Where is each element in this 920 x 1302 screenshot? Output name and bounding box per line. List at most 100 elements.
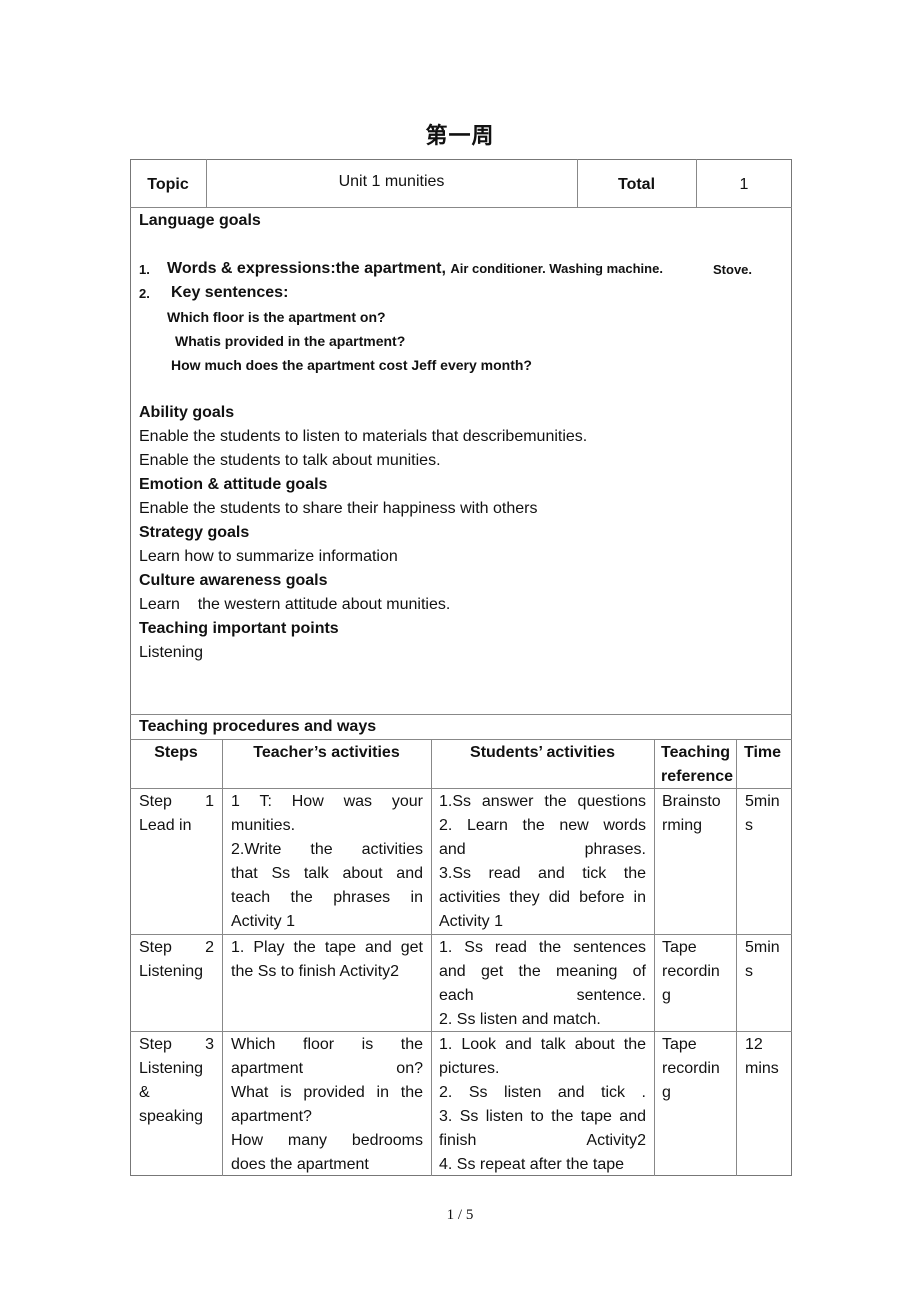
column-header-students: Students’ activities xyxy=(470,744,615,761)
students-activities-cell: 1. Look and talk about the pictures. 2. Ss… xyxy=(439,1033,646,1177)
step-cell: Step 1 Lead in xyxy=(139,790,214,838)
cell-line: 2.Write the activities xyxy=(231,841,423,858)
page-number: 1 / 5 xyxy=(446,1207,474,1223)
important-points-heading: Teaching important points xyxy=(139,620,339,637)
reference-cell: Tape recordin g xyxy=(662,1033,732,1105)
cell-line: does the apartment xyxy=(231,1156,369,1173)
key-sentence: Which floor is the apartment on? xyxy=(167,309,386,325)
cell-line: and get the meaning of xyxy=(439,963,646,980)
total-label: Total xyxy=(617,176,656,193)
cell-line: s xyxy=(745,963,753,980)
step-cell: Step 3 Listening & speaking xyxy=(139,1033,214,1129)
cell-line: activities they did before in xyxy=(439,889,646,906)
cell-line: s xyxy=(745,817,753,834)
cell-line: 2. Learn the new words xyxy=(439,817,646,834)
divider xyxy=(130,934,792,935)
ability-goals-heading: Ability goals xyxy=(139,404,235,421)
time-cell: 5min s xyxy=(745,790,789,838)
students-activities-cell: 1.Ss answer the questions 2. Learn the ne… xyxy=(439,790,646,934)
cell-line: speaking xyxy=(139,1108,204,1125)
cell-line: 1. Play the tape and get xyxy=(231,939,423,956)
cell-line: 5min xyxy=(745,793,780,810)
cell-line: Step 2 xyxy=(139,939,214,956)
cell-line: apartment? xyxy=(231,1108,312,1125)
divider xyxy=(130,207,792,208)
cell-line: munities. xyxy=(231,817,296,834)
cell-line: 5min xyxy=(745,939,780,956)
important-points-line: Listening xyxy=(139,644,204,661)
cell-line: Listening xyxy=(139,1060,204,1077)
divider xyxy=(222,739,223,1176)
cell-line: Tape xyxy=(662,1036,697,1053)
key-sentence: Whatis provided in the apartment? xyxy=(175,333,406,349)
ability-goal-line: Enable the students to talk about muniti… xyxy=(139,452,441,469)
cell-line: 3. Ss listen to the tape and xyxy=(439,1108,646,1125)
words-items: Air conditioner. Washing machine. xyxy=(450,261,663,276)
step-cell: Step 2 Listening xyxy=(139,936,214,984)
cell-line: teach the phrases in xyxy=(231,889,423,906)
teacher-activities-cell: Which floor is the apartment on? What is p… xyxy=(231,1033,423,1177)
column-header-time: Time xyxy=(744,744,782,761)
divider xyxy=(431,739,432,1176)
ability-goal-line: Enable the students to listen to materia… xyxy=(139,428,588,445)
key-sentence: How much does the apartment cost Jeff ev… xyxy=(171,357,532,373)
cell-line: How many bedrooms xyxy=(231,1132,423,1149)
cell-line: Tape xyxy=(662,939,697,956)
cell-line: recordin xyxy=(662,1060,720,1077)
language-goals-heading: Language goals xyxy=(139,212,261,229)
strategy-goals-heading: Strategy goals xyxy=(139,524,250,541)
cell-line: & xyxy=(139,1084,150,1101)
words-items-stove: Stove. xyxy=(713,262,753,277)
cell-line: Brainsto xyxy=(662,793,721,810)
words-expressions: Words & expressions:the apartment, Air c… xyxy=(167,257,663,281)
cell-line: Activity 1 xyxy=(231,913,296,930)
words-label: Words & expressions:the apartment, xyxy=(167,260,446,277)
cell-line: g xyxy=(662,987,671,1004)
time-cell: 12 mins xyxy=(745,1033,789,1081)
cell-line: 1. Ss read the sentences xyxy=(439,939,646,956)
cell-line: Lead in xyxy=(139,817,192,834)
list-number: 1. xyxy=(139,262,150,277)
cell-line: mins xyxy=(745,1060,779,1077)
cell-line: Listening xyxy=(139,963,204,980)
cell-line: Step 3 xyxy=(139,1036,214,1053)
cell-line: rming xyxy=(662,817,703,834)
cell-line: What is provided in the xyxy=(231,1084,423,1101)
cell-line: and phrases. xyxy=(439,841,646,858)
emotion-goals-heading: Emotion & attitude goals xyxy=(139,476,328,493)
culture-goals-heading: Culture awareness goals xyxy=(139,572,328,589)
cell-line: pictures. xyxy=(439,1060,500,1077)
cell-line: g xyxy=(662,1084,671,1101)
cell-line: 1. Look and talk about the xyxy=(439,1036,646,1053)
culture-goal-line: Learn the western attitude about munitie… xyxy=(139,596,451,613)
cell-line: each sentence. xyxy=(439,987,646,1004)
divider xyxy=(130,739,792,740)
column-header-teacher: Teacher’s activities xyxy=(253,744,400,761)
column-header-steps: Steps xyxy=(154,744,198,761)
cell-line: Step 1 xyxy=(139,793,214,810)
cell-line: 1.Ss answer the questions xyxy=(439,793,646,810)
divider xyxy=(654,739,655,1176)
cell-line: apartment on? xyxy=(231,1060,423,1077)
list-number: 2. xyxy=(139,286,150,301)
time-cell: 5min s xyxy=(745,936,789,984)
page-title: 第一周 xyxy=(425,123,495,149)
strategy-goal-line: Learn how to summarize information xyxy=(139,548,398,565)
cell-line: 12 xyxy=(745,1036,763,1053)
cell-line: 3.Ss read and tick the xyxy=(439,865,646,882)
cell-line: 2. Ss listen and match. xyxy=(439,1011,601,1028)
reference-cell: Brainsto rming xyxy=(662,790,732,838)
procedures-heading: Teaching procedures and ways xyxy=(139,718,377,735)
divider xyxy=(736,739,737,1176)
topic-label: Topic xyxy=(147,176,189,193)
cell-line: 1 T: How was your xyxy=(231,793,423,810)
total-value: 1 xyxy=(739,176,749,193)
column-header-reference: Teaching reference xyxy=(661,744,734,785)
students-activities-cell: 1. Ss read the sentences and get the mean… xyxy=(439,936,646,1032)
cell-line: 2. Ss listen and tick . xyxy=(439,1084,646,1101)
emotion-goal-line: Enable the students to share their happi… xyxy=(139,500,538,517)
cell-line: that Ss talk about and xyxy=(231,865,423,882)
teacher-activities-cell: 1 T: How was your munities. 2.Write the ac… xyxy=(231,790,423,934)
cell-line: Activity 1 xyxy=(439,913,504,930)
teacher-activities-cell: 1. Play the tape and get the Ss to finis… xyxy=(231,936,423,984)
